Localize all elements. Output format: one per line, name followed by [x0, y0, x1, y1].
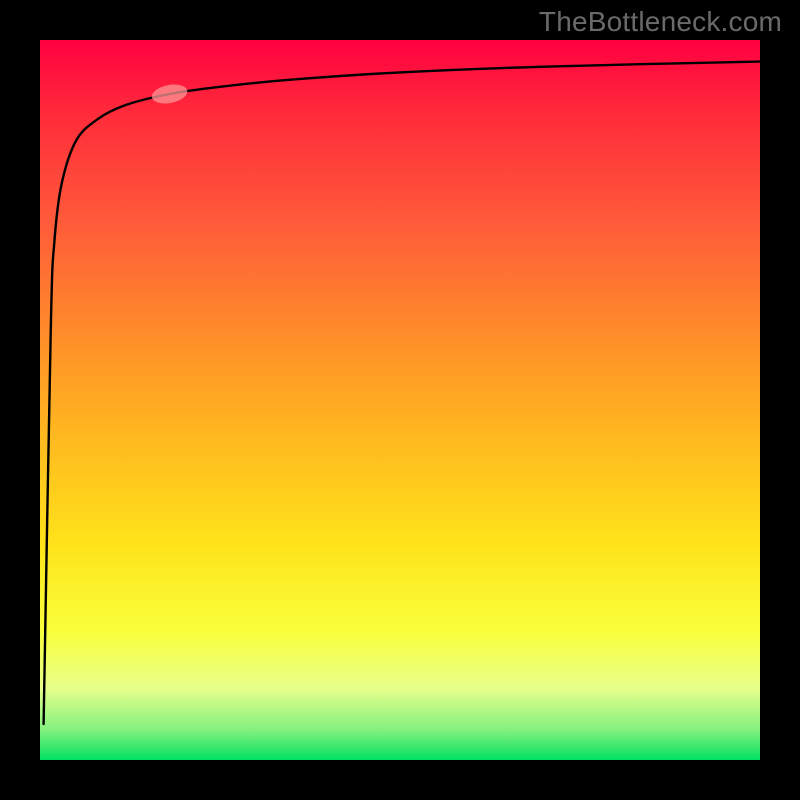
bottleneck-curve: [44, 62, 760, 724]
curve-layer: [40, 40, 760, 760]
watermark-text: TheBottleneck.com: [539, 6, 782, 38]
plot-area: [40, 40, 760, 760]
chart-frame: TheBottleneck.com: [0, 0, 800, 800]
highlight-marker: [150, 82, 189, 106]
